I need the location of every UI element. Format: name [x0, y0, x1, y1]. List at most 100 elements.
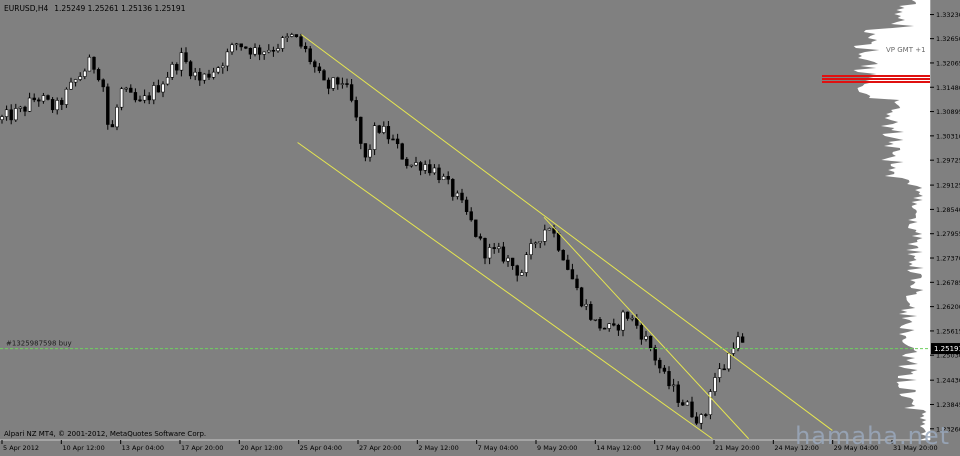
- candle-143: [658, 359, 662, 369]
- price-tick-label-16: 1.23845: [936, 401, 960, 409]
- candle-14: [64, 88, 69, 105]
- candle-58: [267, 49, 271, 53]
- time-tick-label-10: 14 May 12:00: [596, 444, 641, 452]
- candle-97: [446, 175, 450, 180]
- candle-41: [188, 61, 193, 77]
- candle-154: [708, 391, 713, 416]
- candle-128: [589, 303, 593, 320]
- candle-111: [510, 257, 515, 266]
- candle-94: [432, 167, 437, 174]
- candle-100: [460, 192, 464, 201]
- candle-126: [579, 287, 584, 307]
- symbol-label: EURUSD,H4: [4, 4, 48, 13]
- price-tick-label-1: 1.32650: [936, 35, 960, 43]
- candle-115: [529, 243, 533, 256]
- candle-48: [221, 65, 225, 69]
- candle-104: [478, 236, 483, 239]
- candle-56: [257, 47, 262, 55]
- candle-62: [285, 36, 289, 39]
- candle-10: [46, 95, 50, 100]
- candle-87: [400, 143, 404, 160]
- candle-121: [556, 232, 561, 251]
- price-tick-label-2: 1.32065: [936, 59, 960, 67]
- candle-5: [23, 106, 27, 112]
- candle-71: [326, 79, 331, 89]
- price-tick-label-3: 1.31480: [936, 84, 960, 92]
- order-label: #1325987598 buy: [6, 340, 72, 348]
- candle-44: [202, 73, 207, 81]
- candle-52: [239, 43, 243, 48]
- candle-136: [625, 311, 630, 319]
- candle-32: [147, 95, 151, 101]
- candle-145: [667, 371, 671, 387]
- candle-18: [83, 70, 87, 77]
- candle-46: [211, 71, 216, 78]
- candle-158: [727, 353, 731, 370]
- candle-60: [276, 48, 280, 52]
- candle-81: [372, 125, 377, 150]
- candle-149: [685, 401, 690, 406]
- candle-69: [317, 66, 322, 71]
- candle-122: [561, 249, 565, 261]
- price-tick-label-6: 1.29725: [936, 157, 960, 165]
- candle-127: [584, 303, 588, 307]
- time-tick-label-2: 13 Apr 04:00: [122, 444, 164, 452]
- chart-window: #1325987598 buy EURUSD,H4 1.25249 1.25261…: [0, 0, 960, 452]
- candle-42: [193, 71, 197, 77]
- current-price-value: 1.25191: [934, 345, 960, 353]
- candle-6: [27, 97, 32, 112]
- candle-130: [598, 319, 602, 329]
- candle-93: [428, 164, 432, 174]
- price-tick-label-4: 1.30895: [936, 108, 960, 116]
- price-tick-label-10: 1.27370: [936, 255, 960, 263]
- candle-78: [359, 116, 363, 144]
- candle-150: [690, 401, 694, 418]
- time-tick-label-12: 21 May 20:00: [715, 444, 760, 452]
- candle-51: [234, 43, 239, 46]
- plot-area: [0, 0, 930, 440]
- candle-74: [340, 83, 345, 85]
- time-tick-label-3: 17 Apr 20:00: [181, 444, 223, 452]
- candle-131: [602, 327, 607, 330]
- candle-59: [271, 49, 276, 52]
- price-tick-label-0: 1.33230: [936, 11, 960, 19]
- candle-27: [124, 87, 128, 90]
- price-chart[interactable]: #1325987598 buy EURUSD,H4 1.25249 1.25261…: [0, 0, 960, 452]
- candle-82: [377, 125, 381, 133]
- candle-113: [520, 272, 524, 276]
- candle-64: [294, 34, 299, 38]
- candle-55: [253, 47, 257, 55]
- candle-0: [0, 116, 4, 120]
- candle-98: [451, 179, 455, 197]
- candle-43: [198, 71, 202, 81]
- candle-38: [175, 64, 179, 71]
- candle-3: [14, 108, 18, 121]
- candle-84: [386, 126, 391, 140]
- candle-23: [106, 86, 110, 125]
- candle-76: [349, 84, 354, 101]
- candle-12: [55, 100, 59, 111]
- candle-160: [736, 336, 740, 349]
- price-tick-label-8: 1.28540: [936, 206, 960, 214]
- candle-129: [593, 319, 598, 321]
- time-tick-label-8: 7 May 04:00: [478, 444, 518, 452]
- time-tick-label-9: 9 May 20:00: [537, 444, 577, 452]
- chart-title: EURUSD,H4 1.25249 1.25261 1.25136 1.25191: [4, 4, 186, 13]
- candle-66: [303, 45, 308, 50]
- candle-79: [363, 143, 368, 158]
- candle-148: [681, 402, 685, 406]
- candle-85: [391, 138, 395, 141]
- candle-157: [722, 368, 726, 371]
- candle-139: [639, 325, 644, 340]
- candle-137: [630, 317, 634, 320]
- candle-92: [423, 164, 427, 171]
- candle-101: [464, 199, 469, 212]
- candle-2: [9, 109, 13, 121]
- candle-88: [405, 158, 409, 166]
- candle-20: [92, 56, 96, 70]
- candle-9: [41, 95, 46, 102]
- candle-29: [133, 92, 138, 101]
- candle-142: [653, 347, 657, 361]
- candle-86: [395, 138, 400, 145]
- candle-47: [216, 67, 220, 73]
